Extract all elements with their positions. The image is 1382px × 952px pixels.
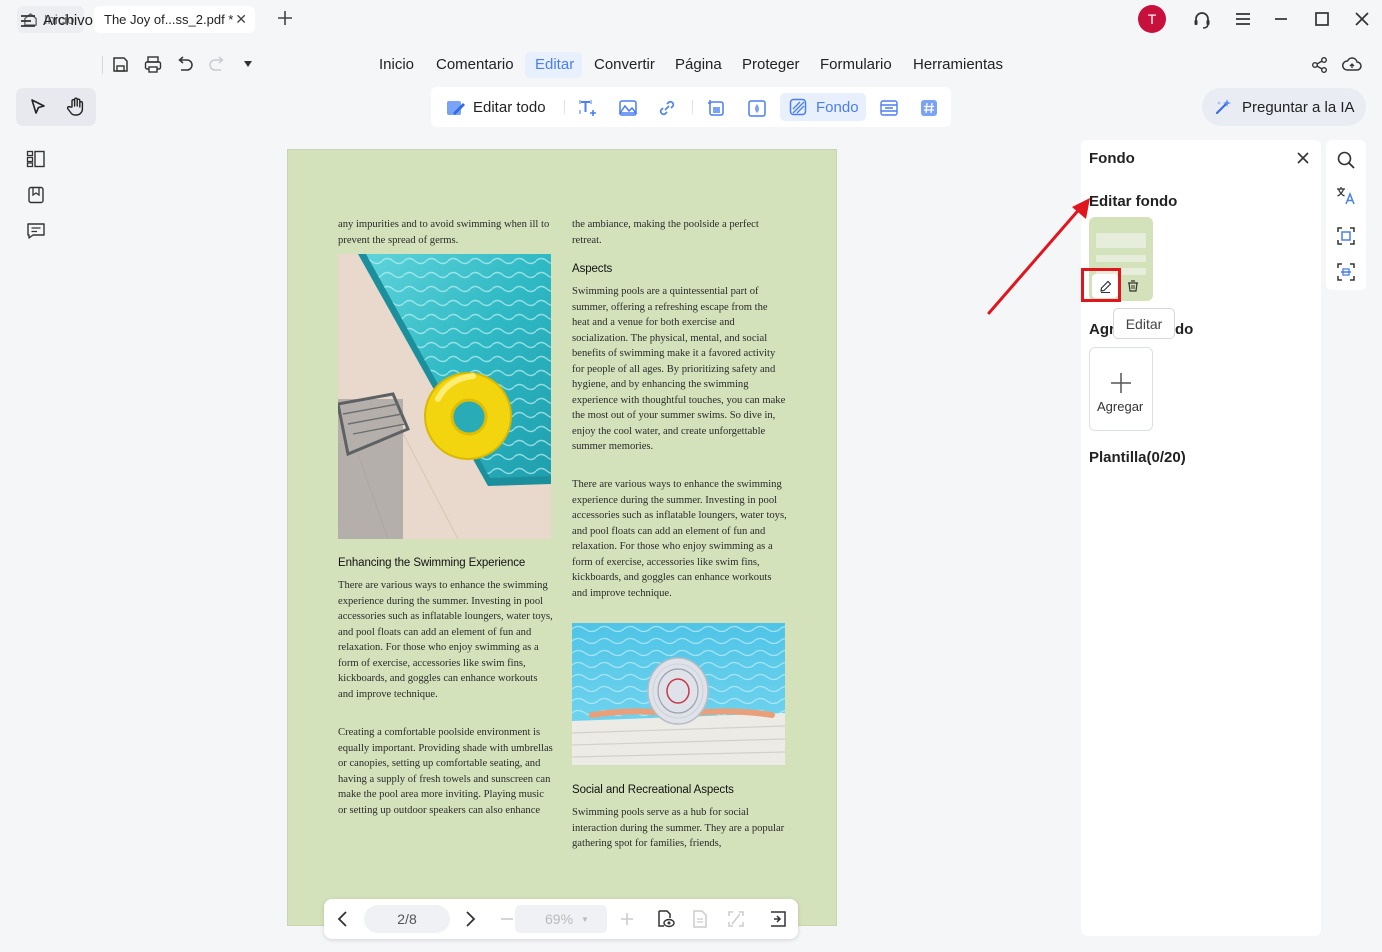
col2-paragraph-3: There are various ways to enhance the sw…	[572, 479, 787, 599]
thumbnail-line	[1096, 255, 1146, 262]
view-mode-icon[interactable]	[655, 909, 675, 929]
fit-page-icon[interactable]	[727, 909, 745, 929]
pool-float-image	[338, 254, 551, 539]
undo-icon[interactable]	[176, 56, 194, 73]
add-background-heading-start: Agr	[1089, 321, 1115, 338]
collapse-sidebar-icon[interactable]	[768, 909, 788, 929]
close-window-icon[interactable]	[1353, 10, 1371, 28]
ocr-scan-icon[interactable]	[1336, 226, 1356, 246]
col1-paragraph-3: Creating a comfortable poolside environm…	[338, 727, 553, 816]
hamburger-icon	[20, 14, 36, 28]
col2-paragraph-1: the ambiance, making the poolside a perf…	[572, 219, 759, 246]
thumbnail-line	[1096, 233, 1146, 248]
add-link-icon[interactable]	[657, 98, 677, 118]
zoom-level-value: 69%	[545, 911, 574, 927]
document-page[interactable]: any impurities and to avoid swimming whe…	[287, 149, 837, 926]
background-label[interactable]: Fondo	[816, 99, 859, 116]
bates-number-icon[interactable]	[919, 98, 939, 118]
next-page-icon[interactable]	[462, 910, 478, 928]
divider	[564, 100, 565, 114]
watermark-icon[interactable]	[747, 98, 767, 118]
ask-ai-label: Preguntar a la IA	[1242, 98, 1355, 116]
translate-icon[interactable]	[1336, 186, 1356, 206]
select-cursor-icon[interactable]	[29, 98, 47, 116]
tab-document-label: The Joy of...ss_2.pdf *	[104, 12, 234, 27]
file-menu-label: Archivo	[43, 12, 94, 29]
hand-tool-icon[interactable]	[66, 97, 85, 117]
page-single-icon[interactable]	[691, 909, 709, 929]
plus-icon	[1110, 372, 1132, 394]
maximize-icon[interactable]	[1313, 10, 1331, 28]
page-number-input[interactable]: 2/8	[364, 905, 450, 933]
thumbnails-icon[interactable]	[26, 150, 46, 168]
zoom-level-select[interactable]: 69% ▼	[515, 905, 607, 933]
share-icon[interactable]	[1311, 56, 1329, 74]
menu-inicio[interactable]: Inicio	[379, 56, 414, 73]
zoom-in-icon[interactable]	[619, 911, 635, 927]
background-icon[interactable]	[789, 98, 807, 116]
ask-ai-button[interactable]: Preguntar a la IA	[1202, 88, 1366, 126]
menu-herramientas[interactable]: Herramientas	[913, 56, 1003, 73]
panel-title: Fondo	[1089, 150, 1135, 167]
zoom-out-icon[interactable]	[499, 911, 515, 927]
header-footer-icon[interactable]	[879, 98, 899, 118]
annotation-arrow	[987, 198, 1090, 315]
cloud-icon[interactable]	[1342, 56, 1362, 74]
avatar[interactable]: T	[1138, 5, 1166, 33]
tab-document[interactable]: The Joy of...ss_2.pdf * ✕	[94, 6, 255, 33]
edit-tooltip: Editar	[1113, 308, 1175, 339]
col1-heading: Enhancing the Swimming Experience	[338, 557, 526, 569]
quick-access-dropdown-icon[interactable]	[243, 60, 253, 68]
edit-all-label[interactable]: Editar todo	[473, 99, 546, 116]
add-text-icon[interactable]	[578, 98, 598, 118]
print-icon[interactable]	[144, 56, 162, 73]
menu-pagina[interactable]: Página	[675, 56, 722, 73]
ai-sparkle-icon	[1214, 98, 1232, 116]
hamburger-menu-icon[interactable]	[1234, 10, 1252, 28]
add-background-label: Agregar	[1097, 399, 1144, 414]
col1-paragraph-1: any impurities and to avoid swimming whe…	[338, 219, 550, 246]
pool-hat-image	[572, 623, 785, 765]
close-tab-icon[interactable]: ✕	[235, 11, 247, 28]
template-heading: Plantilla(0/20)	[1089, 449, 1186, 466]
close-panel-icon[interactable]	[1296, 151, 1310, 165]
file-menu[interactable]: Archivo	[20, 12, 93, 29]
chevron-down-icon: ▼	[581, 914, 589, 924]
headset-support-icon[interactable]	[1192, 10, 1212, 30]
menu-formulario[interactable]: Formulario	[820, 56, 892, 73]
col2-heading-2: Social and Recreational Aspects	[572, 784, 734, 796]
add-background-heading-end: do	[1175, 321, 1194, 338]
col1-paragraph-2: There are various ways to enhance the sw…	[338, 580, 553, 700]
col2-paragraph-4: Swimming pools serve as a hub for social…	[572, 807, 785, 849]
edit-all-icon[interactable]	[445, 98, 467, 118]
crop-page-icon[interactable]	[706, 98, 726, 118]
divider	[692, 100, 693, 114]
comments-icon[interactable]	[26, 222, 46, 240]
new-tab-button[interactable]	[276, 9, 294, 27]
redo-icon[interactable]	[208, 56, 226, 73]
save-icon[interactable]	[112, 56, 129, 73]
col2-heading-1: Aspects	[572, 263, 613, 275]
col2-paragraph-2: Swimming pools are a quintessential part…	[572, 286, 786, 452]
screenshot-icon[interactable]	[1336, 262, 1356, 282]
minimize-icon[interactable]	[1272, 10, 1290, 28]
delete-background-icon[interactable]	[1124, 276, 1142, 296]
menu-editar[interactable]: Editar	[535, 56, 574, 73]
menu-comentario[interactable]: Comentario	[436, 56, 514, 73]
menu-proteger[interactable]: Proteger	[742, 56, 800, 73]
bookmark-icon[interactable]	[26, 186, 46, 204]
search-icon[interactable]	[1336, 150, 1356, 170]
menu-convertir[interactable]: Convertir	[594, 56, 655, 73]
divider	[102, 56, 103, 74]
edit-background-heading: Editar fondo	[1089, 193, 1178, 210]
add-image-icon[interactable]	[618, 98, 638, 118]
previous-page-icon[interactable]	[335, 910, 351, 928]
